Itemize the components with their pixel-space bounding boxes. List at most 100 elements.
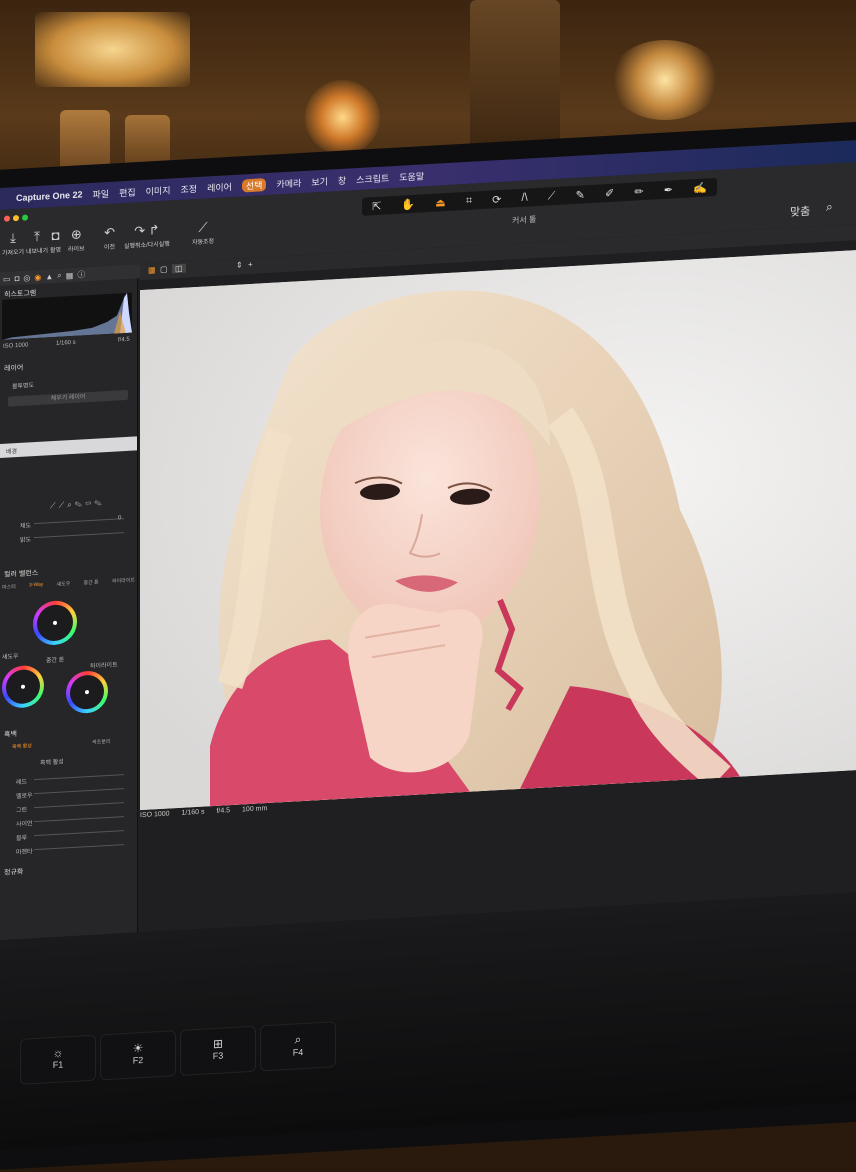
bw-blue-label: 블루 (16, 835, 28, 843)
menu-adjust[interactable]: 조정 (181, 181, 198, 195)
pan-cursor-icon[interactable]: ✋ (401, 197, 415, 211)
capture-tab-icon[interactable]: ◘ (15, 273, 20, 282)
live-button[interactable]: ⊕ 라이브 (68, 226, 85, 253)
select-cursor-icon[interactable]: ⇱ (372, 199, 381, 213)
menu-edit[interactable]: 편집 (119, 185, 136, 199)
eraser-icon[interactable]: ✐ (605, 186, 614, 200)
rotate-icon[interactable]: ⟳ (492, 192, 501, 206)
tab-shadow[interactable]: 섀도우 (57, 580, 71, 588)
export-button[interactable]: ⤒ 내보내기 (26, 228, 49, 256)
key-f1[interactable]: ☼ F1 (20, 1034, 96, 1085)
bw-red-label: 레드 (16, 779, 28, 787)
bw-yellow-label: 옐로우 (16, 793, 33, 801)
histogram-iso: ISO 1000 (3, 342, 29, 350)
stepper-icon[interactable]: ⇕ (236, 260, 243, 269)
live-icon: ⊕ (70, 226, 82, 243)
keystone-icon[interactable]: /\ (522, 192, 528, 204)
color-tab-icon[interactable]: ◉ (34, 272, 41, 281)
menu-view[interactable]: 보기 (311, 174, 328, 188)
crop-icon[interactable]: ⌗ (466, 194, 472, 207)
exposure-tab-icon[interactable]: ▲ (45, 272, 53, 281)
bw-enable-checkbox[interactable]: 흑백 활성 (40, 756, 64, 766)
menu-select[interactable]: 선택 (241, 177, 267, 192)
tab-split-tone[interactable]: 색조분리 (92, 738, 110, 746)
capture-icon: ◘ (51, 227, 60, 244)
metadata-tab-icon[interactable]: ⓘ (77, 269, 85, 280)
brightness-slider[interactable] (34, 532, 124, 539)
menu-image[interactable]: 이미지 (146, 183, 171, 197)
fill-layer-button[interactable]: 채우기 레이어 (8, 389, 128, 407)
master-color-wheel[interactable] (33, 599, 77, 647)
highlight-color-wheel[interactable] (66, 669, 108, 715)
zoom-icon[interactable]: ⌕ (826, 199, 833, 214)
library-tab-icon[interactable]: ▭ (3, 274, 11, 283)
close-window-button[interactable] (4, 215, 10, 222)
menu-help[interactable]: 도움말 (399, 169, 424, 183)
menu-window[interactable]: 창 (338, 173, 346, 186)
layer-tools-icons[interactable]: ⟋⟋⌕✎▭✎ (50, 498, 105, 511)
shadow-color-wheel[interactable] (2, 664, 44, 709)
undo-label: 이전 (104, 244, 116, 252)
bw-tabs: 흑백 활성 색조분리 (0, 736, 137, 754)
brush-icon[interactable]: ✎ (576, 188, 585, 202)
gradient-icon[interactable]: ✏ (634, 185, 643, 199)
redo-button[interactable]: ↷ ↱ 실행취소/다시실행 (124, 222, 170, 250)
key-f3[interactable]: ⊞ F3 (180, 1025, 256, 1076)
import-button[interactable]: ⤓ 가져오기 (2, 230, 24, 257)
zoom-window-button[interactable] (22, 214, 28, 221)
grid-view-icon[interactable]: ▦ (148, 265, 156, 274)
healing-icon[interactable]: ✒ (664, 183, 673, 197)
bw-green-slider[interactable] (34, 802, 124, 809)
picker-icon[interactable]: ⟋ (548, 189, 556, 202)
layer-opacity-label: 불투명도 (12, 383, 35, 391)
saturation-slider[interactable] (34, 518, 124, 525)
key-f4[interactable]: ⌕ F4 (260, 1021, 336, 1072)
fit-zoom-label[interactable]: 맞춤 (790, 203, 810, 220)
layer-background-label: 배경 (6, 449, 18, 456)
bw-title: 흑백 (4, 731, 17, 739)
adjust-tab-icon[interactable]: ▦ (66, 270, 74, 279)
menu-camera[interactable]: 카메라 (276, 176, 301, 190)
histogram-shutter: 1/160 s (56, 339, 76, 347)
saturation-value: 0 (118, 515, 122, 522)
add-icon[interactable]: + (248, 260, 253, 269)
bw-magenta-label: 마젠타 (16, 849, 33, 857)
loupe-cursor-icon[interactable]: ⏏ (435, 196, 445, 210)
single-view-icon[interactable]: ▢ (160, 265, 168, 274)
lens-tab-icon[interactable]: ◎ (23, 273, 30, 282)
cursor-tools-label: 커서 툴 (512, 215, 537, 226)
bw-cyan-label: 사이언 (16, 821, 33, 829)
layer-item-background[interactable]: 배경 (0, 436, 137, 458)
tab-highlight[interactable]: 하이라이트 (112, 576, 135, 584)
key-f2[interactable]: ☀ F2 (100, 1030, 176, 1081)
tab-midtone[interactable]: 중간 톤 (84, 578, 99, 586)
lamp-glow (305, 80, 380, 155)
capture-button[interactable]: ◘ 촬영 (50, 227, 62, 255)
bw-blue-slider[interactable] (34, 830, 124, 837)
tab-master[interactable]: 마스터 (2, 583, 16, 591)
auto-adjust-button[interactable]: ⟋ 자동조정 (192, 219, 214, 246)
undo-button[interactable]: ↶ 이전 (104, 225, 116, 252)
export-label: 내보내기 (26, 248, 49, 256)
menu-layer[interactable]: 레이어 (207, 180, 232, 194)
menu-script[interactable]: 스크립트 (356, 171, 389, 186)
menu-app-name[interactable]: Capture One 22 (16, 189, 83, 203)
exif-focal: 100 mm (242, 805, 268, 814)
bw-cyan-slider[interactable] (34, 816, 124, 823)
exif-shutter: 1/160 s (181, 808, 205, 817)
tab-bw[interactable]: 흑백 활성 (12, 742, 32, 750)
bw-yellow-slider[interactable] (34, 788, 124, 795)
details-tab-icon[interactable]: ⌕ (57, 271, 61, 281)
export-icon: ⤒ (34, 228, 40, 245)
brightness-label: 밝도 (20, 537, 32, 544)
menu-file[interactable]: 파일 (93, 186, 110, 200)
window-controls (4, 214, 28, 222)
minimize-window-button[interactable] (13, 214, 19, 222)
bw-red-slider[interactable] (34, 774, 124, 781)
viewer-photo[interactable] (140, 250, 856, 811)
compare-view-icon[interactable]: ◫ (172, 263, 186, 274)
bw-magenta-slider[interactable] (34, 844, 124, 851)
tab-3way[interactable]: 3-Way (29, 582, 43, 590)
clone-icon[interactable]: ✍ (693, 181, 707, 195)
capture-label: 촬영 (50, 247, 62, 255)
